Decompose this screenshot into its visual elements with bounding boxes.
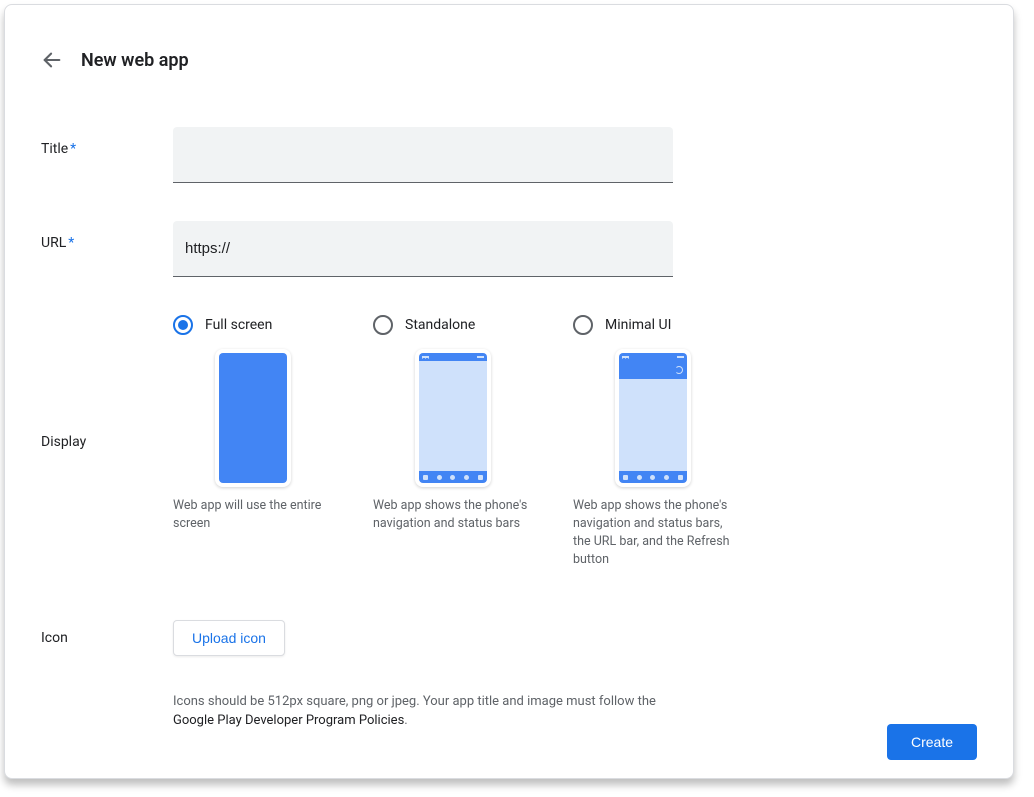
- dialog-card: New web app Title* URL* Display Full scr…: [4, 4, 1014, 779]
- radio-fullscreen[interactable]: [173, 315, 193, 335]
- option-label: Full screen: [205, 317, 272, 333]
- display-options: Full screen Web app will use the entire …: [173, 315, 733, 570]
- url-label: URL*: [41, 221, 173, 251]
- radio-standalone[interactable]: [373, 315, 393, 335]
- display-row: Display Full screen Web app will use the…: [41, 315, 977, 570]
- title-row: Title*: [41, 127, 977, 183]
- icon-row: Icon Upload icon: [41, 620, 977, 656]
- icon-help-text: Icons should be 512px square, png or jpe…: [173, 692, 673, 731]
- title-input[interactable]: [173, 127, 673, 183]
- url-input[interactable]: [173, 221, 673, 277]
- policies-link[interactable]: Google Play Developer Program Policies: [173, 713, 404, 728]
- required-asterisk: *: [70, 141, 76, 157]
- page-title: New web app: [81, 50, 189, 71]
- display-option-minimal: Minimal UI Web app shows the phone's nav…: [573, 315, 733, 570]
- display-option-fullscreen: Full screen Web app will use the entire …: [173, 315, 333, 570]
- preview-minimal: [573, 349, 733, 487]
- radio-minimal[interactable]: [573, 315, 593, 335]
- dialog-header: New web app: [41, 49, 977, 71]
- upload-icon-button[interactable]: Upload icon: [173, 620, 285, 656]
- option-label: Minimal UI: [605, 317, 671, 333]
- display-label: Display: [41, 434, 173, 450]
- refresh-icon: [675, 366, 683, 374]
- display-option-standalone: Standalone Web app shows the phone's nav…: [373, 315, 533, 570]
- title-label: Title*: [41, 127, 173, 157]
- icon-label: Icon: [41, 630, 173, 646]
- preview-standalone: [373, 349, 533, 487]
- option-label: Standalone: [405, 317, 475, 333]
- create-button[interactable]: Create: [887, 724, 977, 760]
- option-caption: Web app shows the phone's navigation and…: [373, 497, 533, 533]
- option-caption: Web app shows the phone's navigation and…: [573, 497, 733, 570]
- url-row: URL*: [41, 221, 977, 277]
- required-asterisk: *: [68, 235, 74, 251]
- option-caption: Web app will use the entire screen: [173, 497, 333, 533]
- preview-fullscreen: [173, 349, 333, 487]
- back-arrow-icon[interactable]: [41, 49, 63, 71]
